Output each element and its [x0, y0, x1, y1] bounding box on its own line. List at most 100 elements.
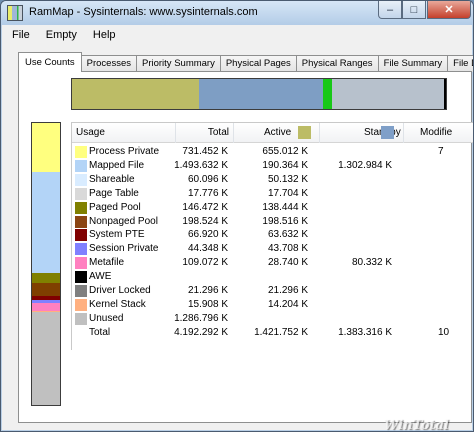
vbar-segment-nonpaged-pool: [32, 282, 60, 296]
menu-bar: File Empty Help: [2, 25, 472, 44]
active-cell: 50.132 K: [267, 173, 308, 185]
vbar-segment-metafile: [32, 303, 60, 311]
tab-strip: Use Counts Processes Priority Summary Ph…: [18, 52, 473, 72]
row-color-swatch: [75, 298, 87, 311]
usage-cell: Mapped File: [89, 159, 145, 171]
table-row[interactable]: Mapped File 1.493.632 K 190.364 K 1.302.984…: [72, 159, 473, 173]
table-row[interactable]: System PTE 66.920 K 63.632 K: [72, 228, 473, 242]
usage-cell: Nonpaged Pool: [89, 215, 158, 227]
tab-priority-summary[interactable]: Priority Summary: [136, 55, 221, 72]
standby-cell: 1.302.984 K: [338, 159, 392, 171]
standby-color-swatch: [381, 126, 394, 139]
active-color-swatch: [298, 126, 311, 139]
hbar-segment-other: [444, 79, 446, 109]
table-row[interactable]: Metafile 109.072 K 28.740 K 80.332 K: [72, 256, 473, 270]
total-cell: 1.493.632 K: [174, 159, 228, 171]
row-color-swatch: [75, 243, 87, 256]
active-cell: 14.204 K: [267, 298, 308, 310]
usage-cell: Driver Locked: [89, 285, 151, 296]
column-header-usage[interactable]: Usage: [72, 123, 176, 143]
row-color-swatch: [75, 201, 87, 214]
active-cell: 43.708 K: [267, 243, 308, 255]
total-cell: 60.096 K: [187, 173, 228, 185]
client-area: Use Counts Processes Priority Summary Ph…: [2, 44, 473, 432]
active-cell: 63.632 K: [267, 229, 308, 241]
hbar-segment-free: [331, 79, 445, 109]
hbar-segment-standby: [199, 79, 323, 109]
usage-cell: Unused: [89, 312, 124, 324]
use-counts-panel: Usage Total Active Standby Modifie Proce…: [18, 71, 473, 423]
table-row[interactable]: Session Private 44.348 K 43.708 K: [72, 242, 473, 256]
usage-cell: Total: [89, 326, 111, 338]
column-header-modified[interactable]: Modifie: [404, 123, 473, 143]
rammap-window: RamMap - Sysinternals: www.sysinternals.…: [0, 0, 474, 432]
table-row[interactable]: Driver Locked 21.296 K 21.296 K: [72, 284, 473, 298]
standby-cell: 1.383.316 K: [338, 326, 392, 338]
total-cell: 15.908 K: [187, 298, 228, 310]
tab-processes[interactable]: Processes: [80, 55, 137, 72]
menu-empty[interactable]: Empty: [38, 29, 85, 41]
active-cell: 655.012 K: [262, 146, 308, 157]
table-row[interactable]: Nonpaged Pool 198.524 K 198.516 K: [72, 215, 473, 229]
maximize-button[interactable]: □: [402, 1, 426, 19]
hbar-segment-active: [72, 79, 200, 109]
usage-list-view[interactable]: Usage Total Active Standby Modifie Proce…: [71, 122, 473, 350]
usage-cell: Metafile: [89, 257, 125, 269]
usage-cell: Kernel Stack: [89, 298, 146, 310]
table-row[interactable]: AWE: [72, 270, 473, 284]
active-cell: 198.516 K: [262, 215, 308, 227]
total-cell: 44.348 K: [187, 243, 228, 255]
minimize-button[interactable]: –: [378, 1, 402, 19]
row-color-swatch: [75, 215, 87, 228]
table-row[interactable]: Paged Pool 146.472 K 138.444 K: [72, 201, 473, 215]
vbar-segment-mapped-file: [32, 172, 60, 273]
row-color-swatch: [75, 285, 87, 297]
tab-file-summary[interactable]: File Summary: [377, 55, 449, 72]
tab-use-counts[interactable]: Use Counts: [18, 52, 82, 72]
active-cell: 190.364 K: [262, 159, 308, 171]
usage-cell: Process Private: [89, 146, 160, 157]
tab-physical-ranges[interactable]: Physical Ranges: [295, 55, 379, 72]
table-row[interactable]: Process Private 731.452 K 655.012 K 7: [72, 145, 473, 159]
vbar-segment-paged-pool: [32, 272, 60, 283]
total-cell: 1.286.796 K: [174, 312, 228, 324]
row-color-swatch: [75, 271, 87, 284]
tab-file-details[interactable]: File Details: [447, 55, 473, 72]
vbar-segment-unused: [32, 311, 60, 405]
menu-help[interactable]: Help: [85, 29, 124, 41]
row-color-swatch: [75, 229, 87, 242]
row-color-swatch: [75, 146, 87, 158]
table-row[interactable]: Shareable 60.096 K 50.132 K: [72, 173, 473, 187]
modified-cell: 10: [438, 326, 450, 338]
total-cell: 109.072 K: [182, 257, 228, 269]
title-bar[interactable]: RamMap - Sysinternals: www.sysinternals.…: [1, 1, 473, 25]
row-color-swatch: [75, 187, 87, 200]
active-cell: 1.421.752 K: [254, 326, 308, 338]
active-cell: 28.740 K: [267, 257, 308, 269]
table-row[interactable]: Page Table 17.776 K 17.704 K: [72, 187, 473, 201]
active-cell: 21.296 K: [267, 285, 308, 296]
menu-file[interactable]: File: [2, 29, 38, 41]
wintotal-watermark: WinTotal: [384, 418, 449, 432]
memory-horizontal-bar: [71, 78, 447, 110]
total-cell: 17.776 K: [187, 187, 228, 199]
row-color-swatch: [75, 257, 87, 270]
usage-cell: Paged Pool: [89, 201, 141, 213]
table-row[interactable]: Unused 1.286.796 K: [72, 312, 473, 326]
vbar-segment-process-private: [32, 123, 60, 173]
rammap-app-icon: [7, 5, 23, 21]
column-header-total[interactable]: Total: [176, 123, 234, 143]
usage-cell: Page Table: [89, 187, 139, 199]
table-row[interactable]: Kernel Stack 15.908 K 14.204 K: [72, 298, 473, 312]
total-cell: 4.192.292 K: [174, 326, 228, 338]
modified-cell: 7: [438, 146, 444, 157]
active-cell: 17.704 K: [267, 187, 308, 199]
close-button[interactable]: ✕: [427, 1, 471, 19]
memory-vertical-bar: [31, 122, 61, 406]
table-row[interactable]: Total 4.192.292 K 1.421.752 K 1.383.316 K 10: [72, 326, 473, 340]
window-title: RamMap - Sysinternals: www.sysinternals.…: [29, 6, 258, 18]
total-cell: 146.472 K: [182, 201, 228, 213]
usage-cell: System PTE: [89, 229, 145, 241]
hbar-segment-modified: [322, 79, 332, 109]
tab-physical-pages[interactable]: Physical Pages: [219, 55, 297, 72]
